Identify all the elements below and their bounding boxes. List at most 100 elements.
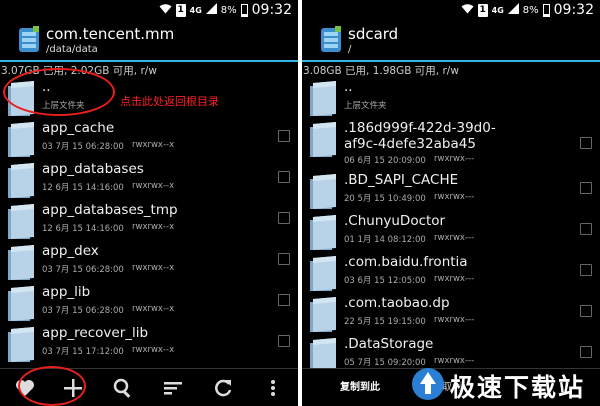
signal-icon — [507, 3, 519, 17]
select-checkbox[interactable] — [278, 212, 290, 224]
folder-icon — [6, 326, 36, 364]
folder-name: app_recover_lib — [42, 325, 149, 341]
permissions: rwxrwx--x — [132, 304, 175, 314]
app-logo-icon[interactable] — [18, 26, 40, 54]
status-bar: 1 4G 8% 09:32 — [0, 0, 298, 20]
modified-date: 12 6月 15 14:16:00 — [42, 183, 124, 193]
select-checkbox[interactable] — [580, 137, 592, 149]
folder-icon — [6, 162, 36, 200]
folder-name: app_cache — [42, 120, 115, 136]
watermark-text: 极速下载站 — [450, 373, 586, 402]
folder-row[interactable]: .ChunyuDoctor 01 1月 14 08:12:00 rwxrwx--- — [302, 210, 600, 251]
folder-name: .DataStorage — [344, 336, 434, 352]
current-path: / — [348, 44, 352, 55]
select-checkbox[interactable] — [580, 264, 592, 276]
select-checkbox[interactable] — [580, 182, 592, 194]
clock: 09:32 — [553, 2, 594, 18]
select-checkbox[interactable] — [278, 294, 290, 306]
highlight-circle — [3, 68, 115, 116]
parent-folder-label: 上层文件夹 — [344, 101, 387, 111]
permissions: rwxrwx--- — [434, 233, 475, 243]
folder-row[interactable]: app_cache 03 7月 15 06:28:00 rwxrwx--x — [0, 117, 298, 158]
modified-date: 06 6月 15 20:09:00 — [344, 156, 426, 166]
folder-row[interactable]: .com.baidu.frontia 03 6月 15 12:05:00 rwxrw… — [302, 251, 600, 292]
page-title: sdcard — [348, 25, 399, 43]
folder-name: app_dex — [42, 243, 99, 259]
folder-name-continued: af9c-4defe32aba45 — [344, 136, 476, 152]
network-label: 4G — [491, 5, 504, 15]
watermark-logo-icon — [410, 366, 446, 402]
sort-icon[interactable] — [162, 377, 184, 399]
search-icon[interactable] — [112, 377, 134, 399]
folder-row[interactable]: app_dex 03 7月 15 06:28:00 rwxrwx--x — [0, 240, 298, 281]
select-checkbox[interactable] — [278, 171, 290, 183]
folder-row[interactable]: .com.taobao.dp 22 5月 15 19:15:00 rwxrwx--- — [302, 292, 600, 333]
parent-folder-row[interactable]: .. 上层文件夹 — [302, 76, 600, 117]
folder-name: .ChunyuDoctor — [344, 213, 446, 229]
folder-row[interactable]: .BD_SAPI_CACHE 20 5月 15 10:49:00 rwxrwx--- — [302, 169, 600, 210]
copy-here-button[interactable]: 复制到此 — [320, 377, 400, 399]
select-checkbox[interactable] — [580, 305, 592, 317]
wifi-icon — [461, 3, 474, 17]
app-logo-icon[interactable] — [320, 26, 342, 54]
folder-name: .. — [344, 79, 353, 95]
folder-icon — [308, 173, 338, 211]
folder-name: .com.taobao.dp — [344, 295, 450, 311]
folder-row[interactable]: .186d999f-422d-39d0- af9c-4defe32aba45 06 … — [302, 117, 600, 166]
wifi-icon — [159, 3, 172, 17]
folder-icon — [308, 296, 338, 334]
permissions: rwxrwx--- — [434, 274, 475, 284]
refresh-icon[interactable] — [212, 377, 234, 399]
modified-date: 03 6月 15 12:05:00 — [344, 276, 426, 286]
folder-name: .com.baidu.frontia — [344, 254, 468, 270]
more-icon[interactable] — [262, 377, 284, 399]
battery-label: 8% — [220, 4, 237, 16]
watermark: 极速下载站 — [410, 360, 600, 406]
battery-icon — [240, 3, 248, 17]
select-checkbox[interactable] — [278, 130, 290, 142]
modified-date: 03 7月 15 06:28:00 — [42, 306, 124, 316]
clock: 09:32 — [251, 2, 292, 18]
sim-icon: 1 — [175, 3, 186, 17]
permissions: rwxrwx--x — [132, 263, 175, 273]
annotation-text: 点击此处返回根目录 — [120, 95, 219, 108]
select-checkbox[interactable] — [580, 346, 592, 358]
select-checkbox[interactable] — [580, 223, 592, 235]
folder-icon — [6, 244, 36, 282]
folder-icon — [308, 121, 338, 159]
folder-icon — [6, 285, 36, 323]
folder-row[interactable]: app_recover_lib 03 7月 15 17:12:00 rwxrwx--… — [0, 322, 298, 363]
app-bar: com.tencent.mm /data/data — [0, 20, 298, 60]
permissions: rwxrwx--- — [434, 154, 475, 164]
modified-date: 03 7月 15 17:12:00 — [42, 347, 124, 357]
folder-row[interactable]: app_databases_tmp 12 6月 15 14:16:00 rwxrwx… — [0, 199, 298, 240]
permissions: rwxrwx--x — [132, 222, 175, 232]
modified-date: 12 6月 15 14:16:00 — [42, 224, 124, 234]
battery-icon — [542, 3, 550, 17]
permissions: rwxrwx--x — [132, 140, 175, 150]
select-checkbox[interactable] — [278, 253, 290, 265]
folder-name: app_databases_tmp — [42, 202, 178, 218]
permissions: rwxrwx--x — [132, 181, 175, 191]
network-label: 4G — [189, 5, 202, 15]
highlight-circle — [18, 366, 86, 406]
sim-icon: 1 — [477, 3, 488, 17]
folder-name: .186d999f-422d-39d0- — [344, 120, 496, 136]
permissions: rwxrwx--- — [434, 192, 475, 202]
folder-name: .BD_SAPI_CACHE — [344, 172, 459, 188]
folder-row[interactable]: app_lib 03 7月 15 06:28:00 rwxrwx--x — [0, 281, 298, 322]
select-checkbox[interactable] — [278, 335, 290, 347]
folder-icon — [308, 214, 338, 252]
signal-icon — [205, 3, 217, 17]
folder-row[interactable]: app_databases 12 6月 15 14:16:00 rwxrwx--x — [0, 158, 298, 199]
permissions: rwxrwx--x — [132, 345, 175, 355]
divider — [302, 60, 600, 62]
modified-date: 03 7月 15 06:28:00 — [42, 142, 124, 152]
modified-date: 20 5月 15 10:49:00 — [344, 194, 426, 204]
folder-icon — [308, 255, 338, 293]
modified-date: 03 7月 15 06:28:00 — [42, 265, 124, 275]
folder-icon — [308, 80, 338, 118]
app-bar: sdcard / — [302, 20, 600, 60]
left-screen: 1 4G 8% 09:32 com.tencent.mm /data/data … — [0, 0, 298, 406]
folder-icon — [6, 203, 36, 241]
